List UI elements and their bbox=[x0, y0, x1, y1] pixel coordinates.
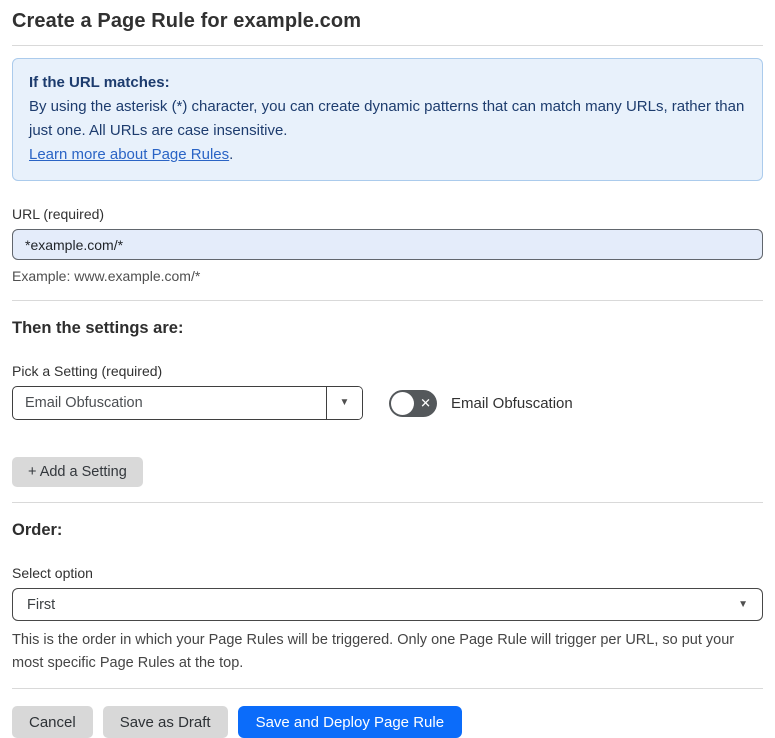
divider bbox=[12, 688, 763, 689]
setting-dropdown[interactable]: Email Obfuscation ▼ bbox=[12, 386, 363, 420]
order-help-text: This is the order in which your Page Rul… bbox=[12, 632, 735, 671]
info-box-body: By using the asterisk (*) character, you… bbox=[29, 98, 745, 139]
select-option-label: Select option bbox=[12, 565, 93, 581]
divider bbox=[12, 45, 763, 46]
chevron-down-icon: ▼ bbox=[339, 397, 350, 408]
divider bbox=[12, 502, 763, 503]
divider bbox=[12, 300, 763, 301]
order-section-heading: Order: bbox=[12, 521, 63, 539]
add-setting-button[interactable]: + Add a Setting bbox=[12, 457, 143, 487]
chevron-down-icon: ▼ bbox=[738, 598, 748, 610]
page-rule-form: Create a Page Rule for example.com If th… bbox=[0, 0, 775, 738]
settings-section-heading: Then the settings are: bbox=[12, 319, 184, 337]
info-box-link-line: Learn more about Page Rules. bbox=[29, 143, 746, 167]
order-select-value: First bbox=[27, 596, 56, 613]
setting-row: Email Obfuscation ▼ ✕ Email Obfuscation bbox=[12, 386, 763, 420]
url-label: URL (required) bbox=[12, 206, 105, 222]
info-box-heading: If the URL matches: bbox=[29, 74, 170, 91]
save-draft-button[interactable]: Save as Draft bbox=[102, 706, 228, 738]
toggle-knob bbox=[391, 391, 414, 415]
setting-dropdown-value: Email Obfuscation bbox=[25, 395, 143, 411]
toggle-label: Email Obfuscation bbox=[451, 394, 573, 412]
learn-more-link[interactable]: Learn more about Page Rules bbox=[29, 146, 229, 163]
footer-actions: Cancel Save as Draft Save and Deploy Pag… bbox=[12, 706, 763, 738]
page-title: Create a Page Rule for example.com bbox=[12, 10, 362, 32]
email-obfuscation-toggle[interactable]: ✕ bbox=[389, 389, 437, 417]
order-select[interactable]: First ▼ bbox=[12, 588, 763, 621]
pick-setting-label: Pick a Setting (required) bbox=[12, 363, 163, 379]
url-match-info-box: If the URL matches: By using the asteris… bbox=[12, 58, 763, 181]
setting-dropdown-arrow-button[interactable]: ▼ bbox=[326, 387, 362, 419]
url-input[interactable] bbox=[12, 229, 763, 260]
url-example-text: Example: www.example.com/* bbox=[12, 268, 201, 284]
x-icon: ✕ bbox=[420, 395, 431, 411]
save-deploy-button[interactable]: Save and Deploy Page Rule bbox=[237, 706, 463, 738]
cancel-button[interactable]: Cancel bbox=[12, 706, 93, 738]
link-period: . bbox=[229, 146, 234, 163]
